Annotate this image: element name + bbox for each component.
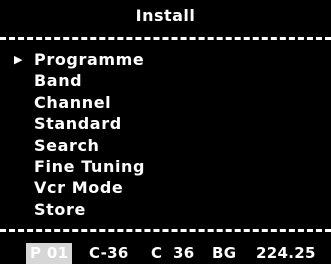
frequency-readout: 224.25 [256,244,316,262]
menu-item-fine-tuning[interactable]: Fine Tuning [0,156,331,177]
menu-item-label: Channel [34,92,112,112]
menu-item-band[interactable]: Band [0,70,331,91]
menu-item-label: Standard [34,114,122,134]
top-divider [0,37,331,40]
osd-screen: Install ▶ Programme Band Channel Standar… [0,0,331,264]
channel-type: C [151,244,163,262]
menu-item-programme[interactable]: ▶ Programme [0,49,331,70]
menu-item-store[interactable]: Store [0,199,331,220]
menu-item-search[interactable]: Search [0,135,331,156]
status-bar: P 01 C-36 C 36 BG 224.25 [0,243,331,264]
menu-item-label: Search [34,135,100,155]
install-menu: ▶ Programme Band Channel Standard Search… [0,49,331,220]
tv-standard: BG [212,244,237,262]
channel-number: 36 [173,244,195,262]
menu-item-standard[interactable]: Standard [0,113,331,134]
menu-item-vcr-mode[interactable]: Vcr Mode [0,177,331,198]
menu-item-label: Vcr Mode [34,178,124,198]
programme-prefix: P [30,244,42,262]
bottom-divider [0,229,331,232]
menu-item-label: Band [34,71,83,91]
programme-indicator: P 01 [26,243,73,264]
menu-title: Install [135,6,196,25]
selection-cursor-icon: ▶ [14,53,24,66]
programme-number: 01 [46,244,69,262]
channel-code: C-36 [89,244,129,262]
menu-item-channel[interactable]: Channel [0,92,331,113]
menu-item-label: Fine Tuning [34,156,146,176]
menu-item-label: Programme [34,50,145,69]
menu-item-label: Store [34,199,86,219]
